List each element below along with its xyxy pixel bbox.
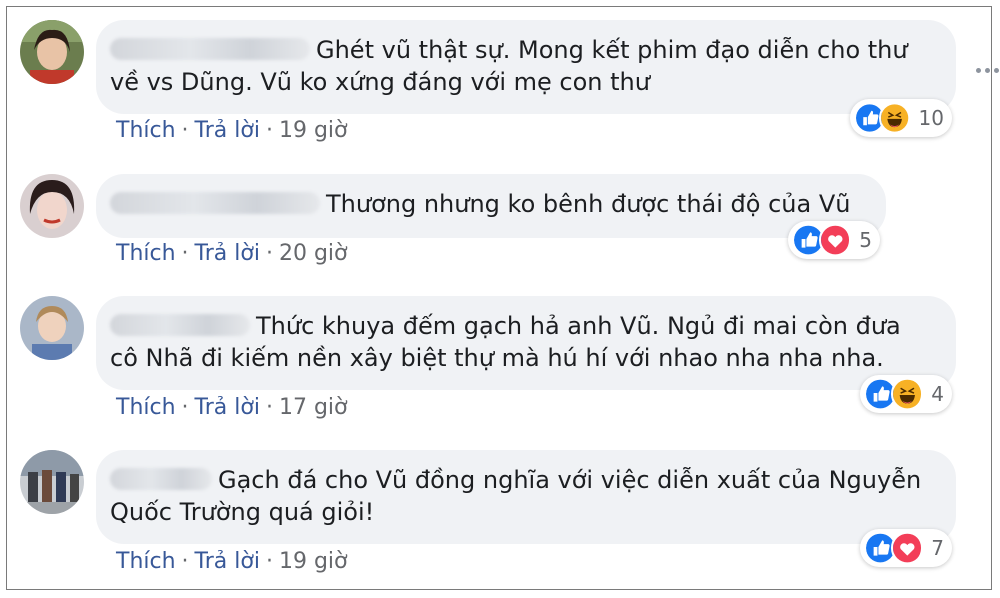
reply-link[interactable]: Trả lời [195, 549, 260, 574]
timestamp[interactable]: 20 giờ [279, 241, 348, 266]
like-link[interactable]: Thích [116, 118, 176, 143]
more-horizontal-icon[interactable] [976, 68, 999, 73]
reaction-summary[interactable]: 4 [860, 375, 952, 413]
comment-actions: Thích · Trả lời · 20 giờ [116, 241, 348, 266]
haha-reaction-icon [890, 377, 924, 411]
comment-text-line1: Gạch đá cho Vũ đồng nghĩa với việc diễn … [218, 466, 922, 494]
love-reaction-icon [818, 223, 852, 257]
timestamp[interactable]: 19 giờ [279, 118, 348, 143]
author-name[interactable] [110, 38, 310, 60]
like-link[interactable]: Thích [116, 241, 176, 266]
avatar[interactable] [20, 174, 84, 238]
avatar[interactable] [20, 296, 84, 360]
comment-text-line2: Quốc Trường quá giỏi! [110, 498, 375, 526]
reply-link[interactable]: Trả lời [195, 118, 260, 143]
comment-text-line1: Thương nhưng ko bênh được thái độ của Vũ [326, 190, 851, 218]
comment-text-line2: cô Nhã đi kiếm nền xây biệt thự mà hú hí… [110, 344, 884, 372]
comment-text-line1: Ghét vũ thật sự. Mong kết phim đạo diễn … [316, 36, 908, 64]
author-name[interactable] [110, 314, 250, 336]
reply-link[interactable]: Trả lời [195, 241, 260, 266]
timestamp[interactable]: 19 giờ [279, 549, 348, 574]
comment-bubble: Ghét vũ thật sự. Mong kết phim đạo diễn … [96, 20, 956, 114]
reaction-summary[interactable]: 5 [788, 221, 880, 259]
reply-link[interactable]: Trả lời [195, 395, 260, 420]
reaction-count: 5 [859, 228, 872, 252]
like-link[interactable]: Thích [116, 549, 176, 574]
reaction-count: 10 [918, 106, 944, 130]
love-reaction-icon [890, 531, 924, 565]
comment-actions: Thích · Trả lời · 17 giờ [116, 395, 348, 420]
reaction-count: 4 [931, 382, 944, 406]
comment-bubble: Thương nhưng ko bênh được thái độ của Vũ [96, 174, 886, 238]
avatar[interactable] [20, 20, 84, 84]
reaction-summary[interactable]: 7 [860, 529, 952, 567]
comment-actions: Thích · Trả lời · 19 giờ [116, 549, 348, 574]
comment-bubble: Thức khuya đếm gạch hả anh Vũ. Ngủ đi ma… [96, 296, 956, 390]
haha-reaction-icon [879, 101, 911, 135]
author-name[interactable] [110, 192, 320, 214]
reaction-count: 7 [931, 536, 944, 560]
comment-text-line1: Thức khuya đếm gạch hả anh Vũ. Ngủ đi ma… [256, 312, 901, 340]
reaction-summary[interactable]: 10 [850, 99, 952, 137]
comment-bubble: Gạch đá cho Vũ đồng nghĩa với việc diễn … [96, 450, 956, 544]
author-name[interactable] [110, 468, 212, 490]
comment-text-line2: về vs Dũng. Vũ ko xứng đáng với mẹ con t… [110, 68, 650, 96]
timestamp[interactable]: 17 giờ [279, 395, 348, 420]
like-link[interactable]: Thích [116, 395, 176, 420]
avatar[interactable] [20, 450, 84, 514]
comment-actions: Thích · Trả lời · 19 giờ [116, 118, 348, 143]
